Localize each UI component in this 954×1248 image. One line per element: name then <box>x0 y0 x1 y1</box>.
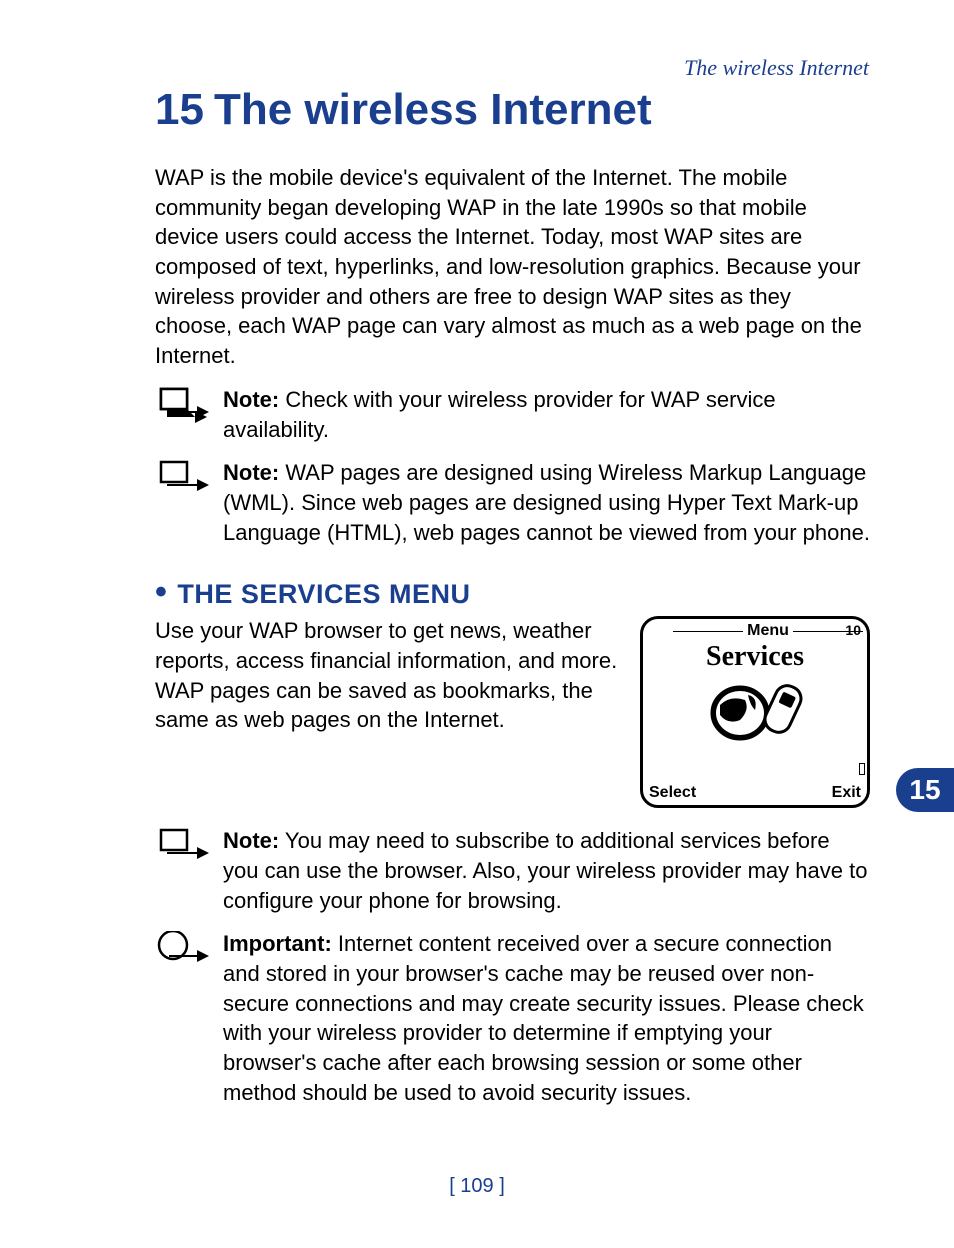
note-arrow-icon <box>155 460 215 496</box>
phone-screen-illustration: Menu 10 Services Select Exit <box>640 616 870 808</box>
section-heading-text: THE SERVICES MENU <box>177 579 470 610</box>
note-arrow-icon <box>155 828 215 864</box>
phone-softkey-left: Select <box>649 784 696 802</box>
note-arrow-icon <box>155 387 215 423</box>
page-content: 15The wireless Internet WAP is the mobil… <box>155 85 870 1121</box>
note-text-1: Note: Check with your wireless provider … <box>223 385 870 444</box>
bullet-icon: • <box>155 575 167 609</box>
running-header: The wireless Internet <box>684 55 869 81</box>
chapter-number: 15 <box>155 85 204 134</box>
note-block-3: Note: You may need to subscribe to addit… <box>155 826 870 915</box>
section-heading: • THE SERVICES MENU <box>155 575 870 610</box>
important-block: Important: Internet content received ove… <box>155 929 870 1107</box>
note-block-1: Note: Check with your wireless provider … <box>155 385 870 444</box>
chapter-title: 15The wireless Internet <box>155 85 870 135</box>
phone-softkey-right: Exit <box>832 784 861 802</box>
intro-paragraph: WAP is the mobile device's equivalent of… <box>155 163 870 371</box>
globe-phone-icon <box>643 675 867 750</box>
important-text: Important: Internet content received ove… <box>223 929 870 1107</box>
phone-title: Services <box>643 641 867 673</box>
phone-menu-number: 10 <box>845 622 861 638</box>
chapter-side-tab: 15 <box>896 768 954 812</box>
note-text-2: Note: WAP pages are designed using Wirel… <box>223 458 870 547</box>
scrollbar-thumb <box>859 763 865 775</box>
note-text-3: Note: You may need to subscribe to addit… <box>223 826 870 915</box>
phone-menu-label: Menu <box>747 622 789 640</box>
page-number: [ 109 ] <box>0 1175 954 1198</box>
note-block-2: Note: WAP pages are designed using Wirel… <box>155 458 870 547</box>
section-body-text: Use your WAP browser to get news, weathe… <box>155 616 628 735</box>
important-arrow-icon <box>155 931 215 967</box>
chapter-title-text: The wireless Internet <box>214 85 652 134</box>
